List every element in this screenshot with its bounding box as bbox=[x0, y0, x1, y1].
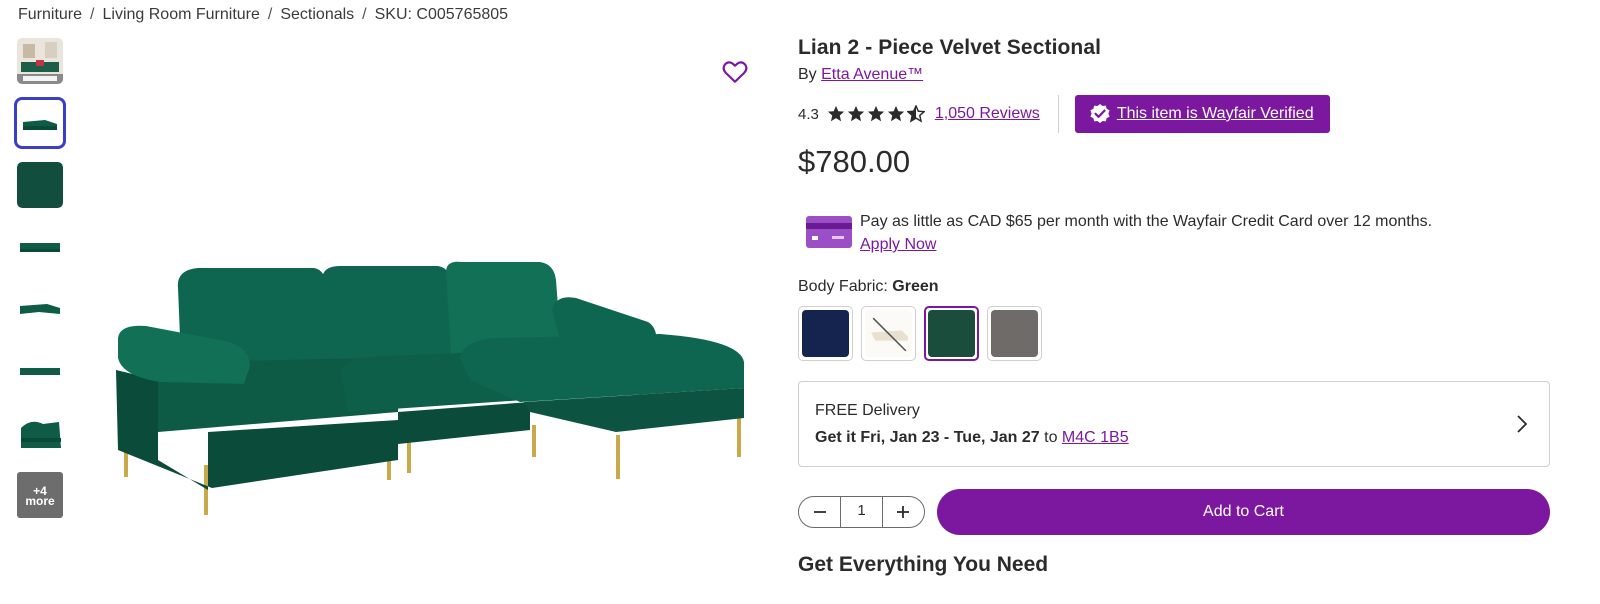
swatch-unavailable[interactable] bbox=[861, 306, 916, 361]
star-icon bbox=[867, 105, 884, 122]
delivery-dates-line: Get it Fri, Jan 23 - Tue, Jan 27 to M4C … bbox=[815, 429, 1533, 447]
breadcrumb: Furniture / Living Room Furniture / Sect… bbox=[18, 6, 508, 24]
verified-label: This item is Wayfair Verified bbox=[1116, 105, 1314, 122]
star-icon bbox=[827, 105, 844, 122]
cart-row: 1 Add to Cart bbox=[798, 489, 1550, 535]
credit-offer-text: Pay as little as CAD $65 per month with … bbox=[860, 213, 1433, 230]
delivery-dates: Get it Fri, Jan 23 - Tue, Jan 27 bbox=[815, 429, 1040, 446]
brand-line: By Etta Avenue™ bbox=[798, 66, 1550, 84]
fabric-swatches bbox=[798, 306, 1550, 361]
breadcrumb-separator: / bbox=[267, 6, 273, 23]
delivery-to: to bbox=[1044, 429, 1058, 446]
thumbnail-6[interactable] bbox=[17, 348, 63, 394]
product-details-panel: Lian 2 - Piece Velvet Sectional By Etta … bbox=[798, 36, 1550, 577]
postal-code-link[interactable]: M4C 1B5 bbox=[1062, 429, 1129, 446]
breadcrumb-sectionals[interactable]: Sectionals bbox=[280, 6, 354, 24]
thumbnail-7[interactable] bbox=[17, 410, 63, 456]
star-icon bbox=[887, 105, 904, 122]
brand-link[interactable]: Etta Avenue™ bbox=[821, 66, 923, 83]
section-title: Get Everything You Need bbox=[798, 553, 1049, 576]
rating-row: 4.3 1,050 Reviews This item is Wayfair V… bbox=[798, 94, 1550, 134]
unavailable-swatch-icon bbox=[865, 310, 912, 357]
thumbnail-1[interactable] bbox=[17, 38, 63, 84]
breadcrumb-separator: / bbox=[362, 6, 367, 23]
credit-card-offer: Pay as little as CAD $65 per month with … bbox=[806, 210, 1550, 256]
minus-icon bbox=[813, 511, 826, 513]
breadcrumb-living-room-furniture[interactable]: Living Room Furniture bbox=[102, 6, 259, 24]
half-star-icon bbox=[906, 105, 925, 123]
main-product-image[interactable] bbox=[100, 40, 760, 570]
reviews-link[interactable]: 1,050 Reviews bbox=[935, 105, 1040, 123]
heart-icon[interactable] bbox=[722, 60, 748, 84]
more-images-button[interactable]: +4 more bbox=[17, 472, 63, 518]
plus-icon bbox=[897, 506, 910, 518]
product-price: $780.00 bbox=[798, 144, 911, 179]
thumbnail-3[interactable] bbox=[17, 162, 63, 208]
apply-now-link[interactable]: Apply Now bbox=[860, 236, 936, 253]
product-title: Lian 2 - Piece Velvet Sectional bbox=[798, 36, 1102, 59]
fabric-selected-value: Green bbox=[892, 278, 939, 295]
breadcrumb-sku: SKU: C005765805 bbox=[374, 6, 509, 23]
quantity-stepper: 1 bbox=[798, 496, 925, 528]
more-images-label: more bbox=[25, 494, 55, 508]
credit-card-icon bbox=[806, 216, 852, 248]
rating-value: 4.3 bbox=[798, 105, 819, 123]
fabric-label: Body Fabric: Green bbox=[798, 278, 1550, 296]
decrease-quantity-button[interactable] bbox=[799, 497, 840, 527]
divider bbox=[1057, 95, 1059, 133]
fabric-label-text: Body Fabric: bbox=[798, 278, 888, 295]
delivery-info-card[interactable]: FREE Delivery Get it Fri, Jan 23 - Tue, … bbox=[798, 381, 1550, 467]
breadcrumb-furniture[interactable]: Furniture bbox=[18, 6, 82, 24]
star-rating bbox=[827, 105, 925, 123]
chevron-right-icon bbox=[1517, 415, 1528, 433]
add-to-cart-button[interactable]: Add to Cart bbox=[937, 489, 1550, 535]
thumbnail-4[interactable] bbox=[17, 224, 63, 270]
brand-prefix: By bbox=[798, 66, 817, 83]
verified-badge-icon bbox=[1090, 104, 1110, 123]
increase-quantity-button[interactable] bbox=[883, 497, 924, 527]
thumbnail-2[interactable] bbox=[14, 97, 66, 149]
swatch-navy[interactable] bbox=[798, 306, 853, 361]
quantity-value[interactable]: 1 bbox=[840, 496, 883, 528]
breadcrumb-separator: / bbox=[90, 6, 95, 23]
thumbnail-5[interactable] bbox=[17, 286, 63, 332]
thumbnail-gallery: +4 more bbox=[14, 38, 66, 518]
swatch-green[interactable] bbox=[924, 306, 979, 361]
star-icon bbox=[847, 105, 864, 122]
swatch-gray[interactable] bbox=[987, 306, 1042, 361]
delivery-title: FREE Delivery bbox=[815, 402, 920, 419]
wayfair-verified-badge[interactable]: This item is Wayfair Verified bbox=[1074, 95, 1330, 133]
